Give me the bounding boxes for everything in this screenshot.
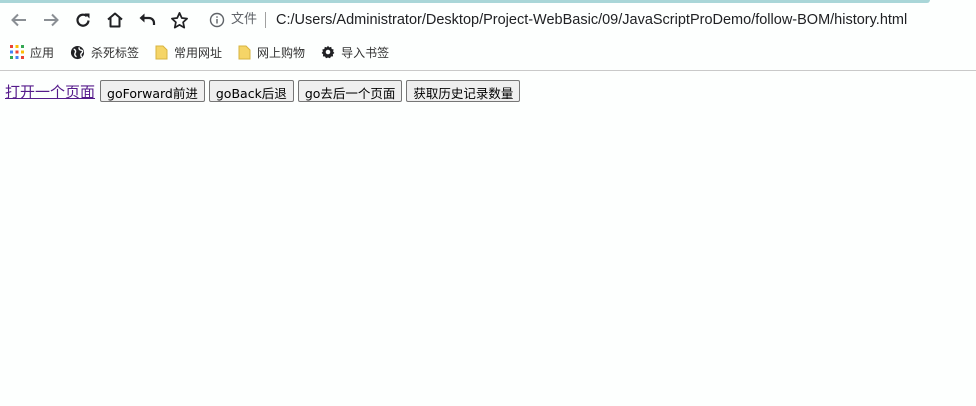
bookmark-label: 网上购物 [257,45,306,60]
go-button[interactable]: go去后一个页面 [297,80,403,102]
url-text[interactable]: C:/Users/Administrator/Desktop/Project-W… [276,12,907,28]
bookmark-import[interactable]: 导入书签 [321,44,389,61]
globe-icon [70,45,85,59]
bookmark-label: 杀死标签 [91,45,140,60]
bookmarks-bar: 应用 杀死标签 常用网址 网上购物 导入书签 [0,40,976,64]
info-icon[interactable] [209,12,225,28]
star-icon [170,11,188,28]
folder-icon [155,45,168,59]
address-chip: 文件 [231,12,267,28]
go-back-button[interactable]: goBack后退 [208,80,294,102]
browser-toolbar: 文件 C:/Users/Administrator/Desktop/Projec… [0,4,976,36]
apps-grid-icon [10,45,24,59]
bookmark-label: 常用网址 [174,45,223,60]
address-bar[interactable]: 文件 C:/Users/Administrator/Desktop/Projec… [209,6,907,34]
bookmark-kill-tab[interactable]: 杀死标签 [70,44,139,61]
folder-icon [238,45,251,59]
browser-chrome: 文件 C:/Users/Administrator/Desktop/Projec… [0,0,976,71]
bookmark-label: 导入书签 [341,45,390,60]
bookmark-star-button[interactable] [163,4,195,36]
home-button[interactable] [99,4,131,36]
undo-icon [139,13,156,25]
page-content: 打开一个页面 goForward前进 goBack后退 go去后一个页面 获取历… [0,72,976,110]
bookmark-folder-common-sites[interactable]: 常用网址 [155,44,222,61]
arrow-right-icon [44,13,59,27]
active-tab-indicator [0,0,930,3]
bookmark-label: 应用 [30,45,55,60]
reload-button[interactable] [67,4,99,36]
open-page-link[interactable]: 打开一个页面 [5,81,95,102]
bookmark-apps[interactable]: 应用 [10,44,54,61]
bookmark-folder-online-shopping[interactable]: 网上购物 [238,44,305,61]
undo-close-tab-button[interactable] [131,4,163,36]
forward-button[interactable] [35,4,67,36]
home-icon [107,12,123,28]
back-button[interactable] [3,4,35,36]
go-forward-button[interactable]: goForward前进 [100,80,205,102]
reload-icon [76,13,90,27]
arrow-left-icon [11,13,26,27]
gear-icon [321,45,335,59]
history-length-button[interactable]: 获取历史记录数量 [406,80,521,102]
